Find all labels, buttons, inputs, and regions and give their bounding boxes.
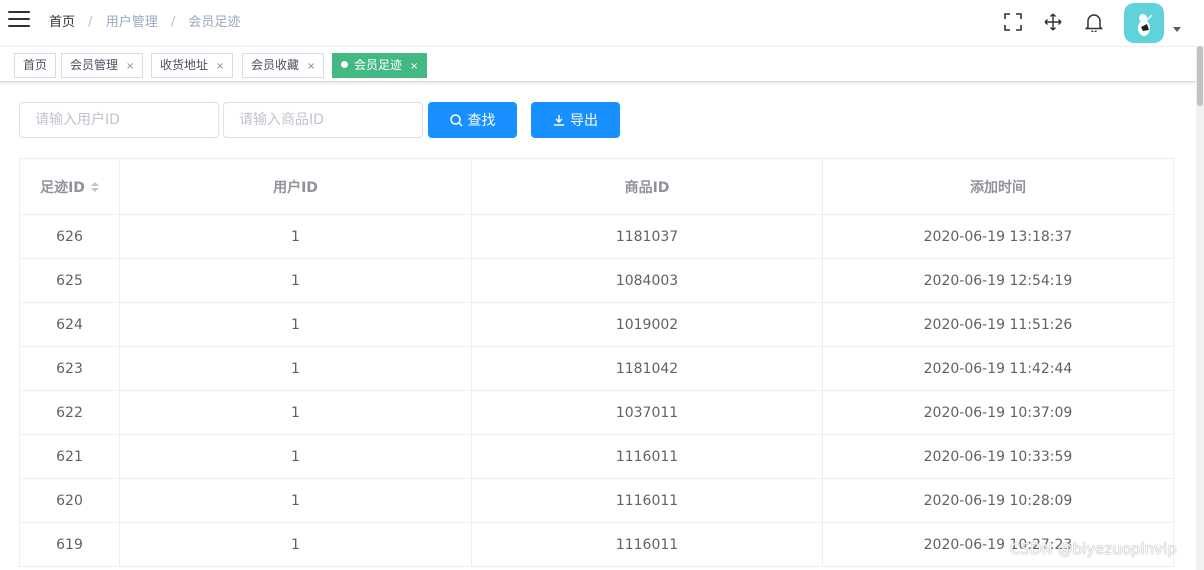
cell-add-time: 2020-06-19 13:18:37 bbox=[823, 215, 1174, 258]
column-header-label: 足迹ID bbox=[40, 179, 85, 196]
cell-add-time: 2020-06-19 10:37:09 bbox=[823, 391, 1174, 434]
table-row[interactable]: 625 1 1084003 2020-06-19 12:54:19 bbox=[20, 259, 1174, 303]
cell-user-id: 1 bbox=[120, 391, 472, 434]
cell-goods-id: 1019002 bbox=[472, 303, 823, 346]
watermark: CSDN @biyezuopinvip bbox=[1010, 540, 1177, 558]
close-icon[interactable]: × bbox=[216, 61, 224, 72]
table-row[interactable]: 624 1 1019002 2020-06-19 11:51:26 bbox=[20, 303, 1174, 347]
cell-user-id: 1 bbox=[120, 215, 472, 258]
breadcrumb-separator: / bbox=[88, 15, 93, 30]
cell-user-id: 1 bbox=[120, 259, 472, 302]
cell-goods-id: 1181037 bbox=[472, 215, 823, 258]
cell-goods-id: 1084003 bbox=[472, 259, 823, 302]
cell-user-id: 1 bbox=[120, 435, 472, 478]
cell-footprint-id: 621 bbox=[20, 435, 120, 478]
tag-member-footprint[interactable]: 会员足迹 × bbox=[332, 53, 428, 78]
fullscreen-icon[interactable] bbox=[1002, 11, 1024, 33]
table-row[interactable]: 622 1 1037011 2020-06-19 10:37:09 bbox=[20, 391, 1174, 435]
export-button[interactable]: 导出 bbox=[531, 102, 620, 138]
cell-footprint-id: 624 bbox=[20, 303, 120, 346]
cell-add-time: 2020-06-19 10:28:09 bbox=[823, 479, 1174, 522]
tag-label: 会员收藏 bbox=[251, 58, 300, 72]
cell-footprint-id: 620 bbox=[20, 479, 120, 522]
cell-add-time: 2020-06-19 12:54:19 bbox=[823, 259, 1174, 302]
cell-goods-id: 1037011 bbox=[472, 391, 823, 434]
cell-add-time: 2020-06-19 11:51:26 bbox=[823, 303, 1174, 346]
sort-caret-icon[interactable] bbox=[90, 181, 99, 192]
navbar: 首页 / 用户管理 / 会员足迹 bbox=[0, 0, 1204, 46]
close-icon[interactable]: × bbox=[307, 61, 315, 72]
tag-label: 首页 bbox=[23, 58, 48, 72]
cell-footprint-id: 626 bbox=[20, 215, 120, 258]
cell-goods-id: 1116011 bbox=[472, 523, 823, 566]
cell-user-id: 1 bbox=[120, 523, 472, 566]
column-header-add-time: 添加时间 bbox=[823, 159, 1174, 214]
breadcrumb-home[interactable]: 首页 bbox=[49, 15, 75, 30]
cell-add-time: 2020-06-19 11:42:44 bbox=[823, 347, 1174, 390]
cell-footprint-id: 619 bbox=[20, 523, 120, 566]
export-button-label: 导出 bbox=[570, 113, 598, 129]
tag-label: 会员管理 bbox=[70, 58, 119, 72]
column-header-user-id: 用户ID bbox=[120, 159, 472, 214]
vertical-scrollbar[interactable] bbox=[1196, 46, 1204, 570]
search-icon bbox=[449, 113, 463, 127]
cell-goods-id: 1181042 bbox=[472, 347, 823, 390]
scrollbar-thumb[interactable] bbox=[1197, 46, 1203, 106]
search-button-label: 查找 bbox=[467, 113, 496, 129]
breadcrumb-separator: / bbox=[170, 15, 176, 30]
table-body: 626 1 1181037 2020-06-19 13:18:37 625 1 … bbox=[20, 215, 1174, 567]
cell-user-id: 1 bbox=[120, 347, 472, 390]
table-header: 足迹ID 用户ID 商品ID 添加时间 bbox=[20, 159, 1174, 215]
cell-add-time: 2020-06-19 10:33:59 bbox=[823, 435, 1174, 478]
goods-id-input[interactable] bbox=[223, 102, 423, 138]
avatar[interactable] bbox=[1124, 3, 1164, 43]
bell-icon[interactable] bbox=[1083, 11, 1105, 33]
cell-goods-id: 1116011 bbox=[472, 479, 823, 522]
avatar-dropdown-caret-icon[interactable] bbox=[1173, 27, 1181, 32]
column-header-goods-id: 商品ID bbox=[472, 159, 823, 214]
tags-view: 首页 会员管理 × 收货地址 × 会员收藏 × 会员足迹 × bbox=[0, 46, 1204, 82]
table-row[interactable]: 626 1 1181037 2020-06-19 13:18:37 bbox=[20, 215, 1174, 259]
footprint-table: 足迹ID 用户ID 商品ID 添加时间 626 1 1181037 2020-0… bbox=[19, 158, 1174, 567]
close-icon[interactable]: × bbox=[410, 61, 418, 72]
table-row[interactable]: 620 1 1116011 2020-06-19 10:28:09 bbox=[20, 479, 1174, 523]
hamburger-menu-icon[interactable] bbox=[8, 11, 30, 33]
search-button[interactable]: 查找 bbox=[428, 102, 517, 138]
tag-label: 会员足迹 bbox=[354, 58, 403, 72]
tag-home[interactable]: 首页 bbox=[14, 53, 57, 78]
cell-user-id: 1 bbox=[120, 303, 472, 346]
cell-user-id: 1 bbox=[120, 479, 472, 522]
table-row[interactable]: 623 1 1181042 2020-06-19 11:42:44 bbox=[20, 347, 1174, 391]
size-move-icon[interactable] bbox=[1042, 11, 1064, 33]
breadcrumb: 首页 / 用户管理 / 会员足迹 bbox=[49, 14, 240, 32]
cell-footprint-id: 622 bbox=[20, 391, 120, 434]
tag-label: 收货地址 bbox=[160, 58, 209, 72]
close-icon[interactable]: × bbox=[126, 61, 134, 72]
cell-footprint-id: 623 bbox=[20, 347, 120, 390]
tag-shipping-address[interactable]: 收货地址 × bbox=[151, 53, 234, 78]
cell-footprint-id: 625 bbox=[20, 259, 120, 302]
breadcrumb-current: 会员足迹 bbox=[188, 15, 241, 30]
cell-goods-id: 1116011 bbox=[472, 435, 823, 478]
active-dot-icon bbox=[341, 61, 348, 68]
tag-member-management[interactable]: 会员管理 × bbox=[61, 53, 144, 78]
user-id-input[interactable] bbox=[19, 102, 219, 138]
download-icon bbox=[553, 114, 565, 126]
table-row[interactable]: 619 1 1116011 2020-06-19 10:27:23 bbox=[20, 523, 1174, 567]
breadcrumb-section: 用户管理 bbox=[105, 15, 158, 30]
table-row[interactable]: 621 1 1116011 2020-06-19 10:33:59 bbox=[20, 435, 1174, 479]
column-header-footprint-id[interactable]: 足迹ID bbox=[20, 159, 120, 214]
tag-member-favorites[interactable]: 会员收藏 × bbox=[242, 53, 325, 78]
